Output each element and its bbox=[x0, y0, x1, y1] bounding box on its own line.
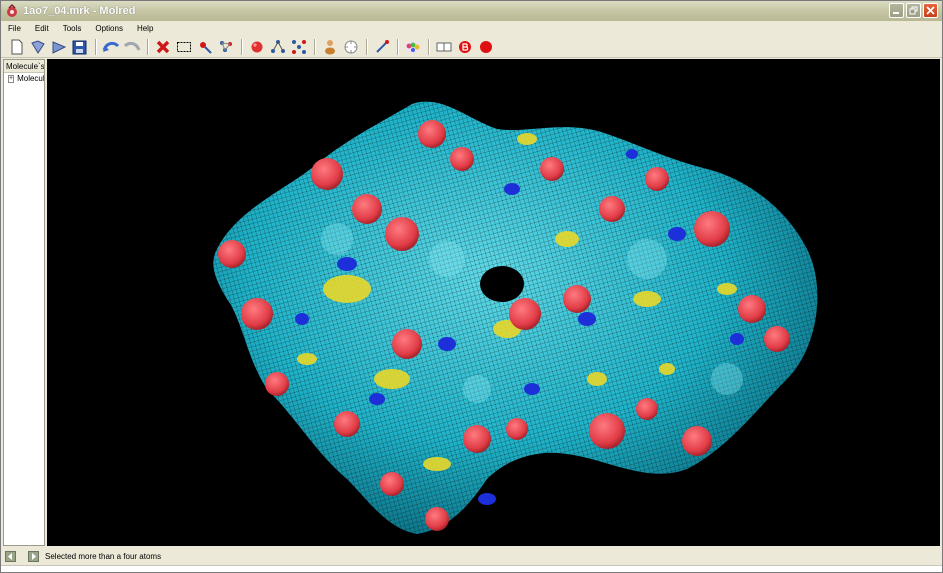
window-split-icon bbox=[436, 42, 451, 52]
record-icon bbox=[479, 41, 492, 53]
molred-app-icon bbox=[7, 4, 17, 17]
menu-bar: File Edit Tools Options Help bbox=[1, 21, 942, 37]
rotate-button[interactable] bbox=[341, 38, 360, 57]
minimize-button[interactable] bbox=[889, 3, 904, 18]
menu-options[interactable]: Options bbox=[88, 21, 130, 37]
tree-item-molecule[interactable]: + Molecule bbox=[4, 73, 44, 85]
atom-button[interactable] bbox=[247, 38, 266, 57]
record-b-button[interactable] bbox=[455, 38, 474, 57]
close-button[interactable] bbox=[923, 3, 938, 18]
redo-button[interactable] bbox=[122, 38, 141, 57]
rectangle-select-icon bbox=[176, 42, 191, 52]
bottom-strip bbox=[1, 565, 942, 572]
expand-icon[interactable]: + bbox=[8, 75, 15, 83]
menu-edit[interactable]: Edit bbox=[28, 21, 56, 37]
pointer-select-button[interactable] bbox=[195, 38, 214, 57]
molecule-viewport[interactable] bbox=[47, 59, 940, 546]
molecule-tree-panel: Molecule`s s + Molecule bbox=[3, 59, 45, 546]
new-button[interactable] bbox=[7, 38, 26, 57]
molecule-button[interactable] bbox=[289, 38, 308, 57]
toolbar-separator bbox=[397, 39, 399, 55]
record-button[interactable] bbox=[476, 38, 495, 57]
minimize-icon bbox=[893, 12, 899, 14]
restore-icon bbox=[909, 6, 918, 15]
toolbar-separator bbox=[95, 39, 97, 55]
protein-surface-render bbox=[213, 101, 818, 535]
toolbar bbox=[1, 37, 942, 58]
window-controls bbox=[889, 3, 938, 18]
chevron-right-icon bbox=[32, 552, 36, 560]
color-button[interactable] bbox=[403, 38, 422, 57]
person-button[interactable] bbox=[320, 38, 339, 57]
toolbar-separator bbox=[147, 39, 149, 55]
multi-select-icon bbox=[219, 41, 232, 52]
rectangle-select-button[interactable] bbox=[174, 38, 193, 57]
save-button[interactable] bbox=[70, 38, 89, 57]
undo-icon bbox=[102, 41, 119, 52]
redo-icon bbox=[123, 41, 140, 51]
wand-button[interactable] bbox=[372, 38, 391, 57]
multi-select-button[interactable] bbox=[216, 38, 235, 57]
app-window: 1ao7_04.mrk - Molred File Edit Tools Opt… bbox=[0, 0, 943, 573]
record-b-icon bbox=[458, 41, 471, 53]
undo-button[interactable] bbox=[101, 38, 120, 57]
surface-cavity bbox=[480, 266, 524, 302]
toolbar-separator bbox=[366, 39, 368, 55]
menu-help[interactable]: Help bbox=[130, 21, 160, 37]
next-button[interactable] bbox=[28, 550, 39, 562]
bond-icon bbox=[270, 40, 285, 53]
color-palette-icon bbox=[404, 41, 421, 53]
menu-tools[interactable]: Tools bbox=[56, 21, 89, 37]
toolbar-separator bbox=[428, 39, 430, 55]
chevron-left-icon bbox=[8, 552, 12, 560]
toolbar-separator bbox=[241, 39, 243, 55]
prev-button[interactable] bbox=[5, 550, 16, 562]
panel-header: Molecule`s s bbox=[4, 60, 45, 73]
close-icon bbox=[926, 6, 935, 15]
open-button[interactable] bbox=[28, 38, 47, 57]
delete-button[interactable] bbox=[153, 38, 172, 57]
atom-icon bbox=[251, 41, 262, 53]
delete-icon bbox=[156, 40, 169, 54]
status-bar: Selected more than a four atoms bbox=[1, 547, 942, 565]
save-icon bbox=[72, 40, 87, 54]
open-folder-button[interactable] bbox=[49, 38, 68, 57]
molecule-icon bbox=[291, 40, 306, 54]
restore-button[interactable] bbox=[906, 3, 921, 18]
wand-icon bbox=[375, 40, 389, 53]
tree-item-label: Molecule bbox=[17, 74, 45, 83]
toolbar-separator bbox=[314, 39, 316, 55]
menu-file[interactable]: File bbox=[1, 21, 28, 37]
pointer-select-icon bbox=[199, 42, 212, 54]
split-view-button[interactable] bbox=[434, 38, 453, 57]
rotate-icon bbox=[344, 40, 357, 54]
status-message: Selected more than a four atoms bbox=[45, 551, 162, 561]
new-document-icon bbox=[11, 39, 22, 55]
bond-button[interactable] bbox=[268, 38, 287, 57]
person-icon bbox=[324, 40, 335, 55]
open-folder-icon bbox=[52, 41, 66, 54]
open-file-icon bbox=[30, 40, 45, 54]
title-bar[interactable]: 1ao7_04.mrk - Molred bbox=[1, 1, 942, 21]
window-title: 1ao7_04.mrk - Molred bbox=[23, 5, 136, 17]
